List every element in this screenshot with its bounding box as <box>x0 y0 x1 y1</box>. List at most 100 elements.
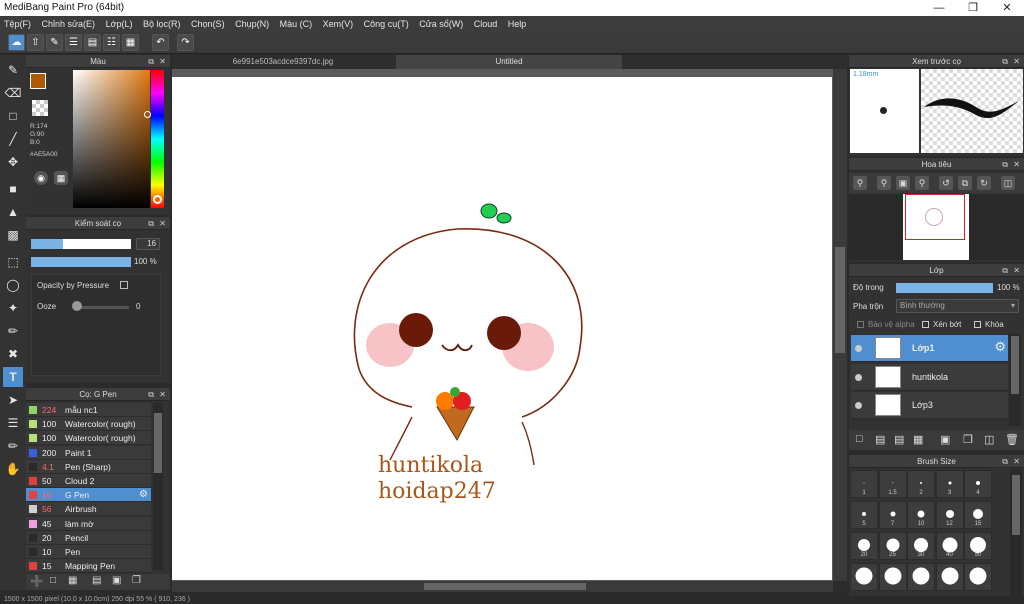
menu-cloud[interactable]: Cloud <box>470 16 502 32</box>
float-icon[interactable]: ⧉ <box>1002 264 1008 277</box>
tab-document-1[interactable]: 6e991e503acdce9397dc.jpg <box>172 55 394 69</box>
maximize-icon[interactable]: ❐ <box>956 0 990 16</box>
gradient-tool-icon[interactable]: ▩ <box>3 225 23 245</box>
bucket-tool-icon[interactable]: ▲ <box>3 202 23 222</box>
eye-icon[interactable] <box>855 373 862 381</box>
new-halftone-layer-icon[interactable]: ▤ <box>875 433 885 446</box>
menu-file[interactable]: Tệp(F) <box>0 16 35 32</box>
brush-list-item[interactable]: 100 Watercolor( rough) <box>26 417 151 432</box>
protect-alpha-checkbox[interactable] <box>857 321 864 328</box>
brush-list-item[interactable]: 224 mẫu nc1 <box>26 403 151 417</box>
brush-list-item[interactable]: 45 làm mờ <box>26 516 151 531</box>
brush-size-cell[interactable]: 25 <box>878 532 907 560</box>
scrollbar-thumb[interactable] <box>1012 475 1020 535</box>
float-icon[interactable]: ⧉ <box>1002 455 1008 468</box>
hand-tool-icon[interactable]: ✋ <box>3 459 23 479</box>
navigator-thumbnail[interactable] <box>903 194 969 260</box>
ooze-slider[interactable] <box>74 306 129 309</box>
canvas-horizontal-scrollbar[interactable] <box>172 581 833 592</box>
brush-size-cell[interactable]: 4 <box>964 470 992 498</box>
layer-list-scrollbar[interactable] <box>1009 334 1021 426</box>
brush-size-value[interactable]: 16 <box>136 238 160 250</box>
brush-size-cell[interactable]: 15 <box>964 501 992 529</box>
copy-brush-icon[interactable]: ❐ <box>132 575 141 586</box>
brush-size-cell[interactable]: 20 <box>850 532 878 560</box>
close-panel-icon[interactable]: ✕ <box>159 55 166 68</box>
brush-size-cell[interactable] <box>850 563 878 591</box>
brush-size-cell[interactable]: 40 <box>935 532 964 560</box>
layer-row[interactable]: Lớp3 <box>851 392 1008 419</box>
brush-list-item[interactable]: 50 Cloud 2 <box>26 474 151 488</box>
select-rect-tool-icon[interactable]: ⬚ <box>3 252 23 272</box>
line-tool-icon[interactable]: ╱ <box>3 129 23 149</box>
scrollbar-thumb[interactable] <box>1011 336 1019 394</box>
cloud-icon[interactable]: ☁ <box>8 34 25 51</box>
brush-tool-icon[interactable]: ✎ <box>3 60 23 80</box>
scrollbar-thumb[interactable] <box>154 413 162 473</box>
text-tool-icon[interactable]: T <box>3 367 23 387</box>
close-panel-icon[interactable]: ✕ <box>159 388 166 401</box>
close-panel-icon[interactable]: ✕ <box>1013 455 1020 468</box>
foreground-color-swatch[interactable] <box>30 73 46 89</box>
brush-size-cell[interactable]: 30 <box>907 532 935 560</box>
menu-select[interactable]: Chọn(S) <box>187 16 229 32</box>
redo-icon[interactable]: ↷ <box>177 34 194 51</box>
layer-opacity-slider[interactable] <box>896 283 993 293</box>
opacity-by-pressure-checkbox[interactable] <box>120 281 128 289</box>
menu-view[interactable]: Xem(V) <box>319 16 358 32</box>
add-brush-icon[interactable]: ➕ <box>30 575 44 588</box>
palette-icon[interactable]: ◉ <box>34 171 48 185</box>
picker-cursor[interactable] <box>144 111 151 118</box>
mirror-icon[interactable]: ◫ <box>1001 176 1015 190</box>
undo-icon[interactable]: ↶ <box>152 34 169 51</box>
clipping-checkbox[interactable] <box>922 321 929 328</box>
lasso-tool-icon[interactable]: ◯ <box>3 275 23 295</box>
zoom-out-icon[interactable]: ⚲ <box>853 176 867 190</box>
scrollbar-thumb[interactable] <box>424 583 586 590</box>
brush-size-cell[interactable] <box>878 563 907 591</box>
fill-rect-tool-icon[interactable]: ■ <box>3 179 23 199</box>
layer-row[interactable]: Lớp1 ⚙ <box>851 335 1008 362</box>
brush-list-item[interactable]: 200 Paint 1 <box>26 445 151 460</box>
select-pen-tool-icon[interactable]: ✏ <box>3 321 23 341</box>
delete-layer-icon[interactable]: 🗑 <box>1005 433 1019 446</box>
saturation-value-picker[interactable] <box>73 70 150 208</box>
menu-filter[interactable]: Bộ lọc(R) <box>139 16 185 32</box>
brush-settings-icon[interactable]: ▦ <box>68 575 77 586</box>
select-eraser-tool-icon[interactable]: ✖ <box>3 344 23 364</box>
transparent-color-swatch[interactable] <box>32 100 48 116</box>
eye-icon[interactable] <box>855 402 862 409</box>
new-brush-icon[interactable]: □ <box>50 575 56 586</box>
divide-tool-icon[interactable]: ☰ <box>3 413 23 433</box>
brush-list-item[interactable]: 4.1 Pen (Sharp) <box>26 459 151 474</box>
brush-size-cell[interactable]: 5 <box>850 501 878 529</box>
scrollbar-thumb[interactable] <box>835 247 845 353</box>
blend-mode-select[interactable]: Bình thường ▾ <box>896 299 1019 313</box>
operation-tool-icon[interactable]: ➤ <box>3 390 23 410</box>
brush-size-cell[interactable] <box>935 563 964 591</box>
brush-list-item[interactable]: 15 Mapping Pen <box>26 559 151 574</box>
merge-layer-icon[interactable]: ◫ <box>984 433 994 446</box>
gear-icon[interactable]: ⚙ <box>994 339 1006 355</box>
brush-size-cell[interactable]: 12 <box>935 501 964 529</box>
rotate-left-icon[interactable]: ↺ <box>939 176 953 190</box>
layer-folder-icon[interactable]: ▣ <box>940 433 950 446</box>
delete-brush-icon[interactable]: ▤ <box>92 575 101 586</box>
tab-document-2[interactable]: Untitled <box>396 55 622 69</box>
brush-size-cell[interactable]: 50 <box>964 532 992 560</box>
float-icon[interactable]: ⧉ <box>1002 55 1008 68</box>
zoom-reset-icon[interactable]: ⚲ <box>915 176 929 190</box>
close-panel-icon[interactable]: ✕ <box>1013 55 1020 68</box>
brush-size-cell[interactable]: 3 <box>935 470 964 498</box>
shape-tool-icon[interactable]: □ <box>3 106 23 126</box>
comment-list-icon[interactable]: ☰ <box>65 34 82 51</box>
float-icon[interactable]: ⧉ <box>148 217 154 230</box>
float-icon[interactable]: ⧉ <box>148 55 154 68</box>
new-8bit-layer-icon[interactable]: ▤ <box>894 433 904 446</box>
document-icon[interactable]: ▤ <box>84 34 101 51</box>
comment-icon[interactable]: ✎ <box>46 34 63 51</box>
brush-list-item[interactable]: 10 Pen <box>26 545 151 559</box>
brush-size-cell[interactable]: 7 <box>878 501 907 529</box>
brush-size-cell[interactable] <box>907 563 935 591</box>
magic-wand-tool-icon[interactable]: ✦ <box>3 298 23 318</box>
